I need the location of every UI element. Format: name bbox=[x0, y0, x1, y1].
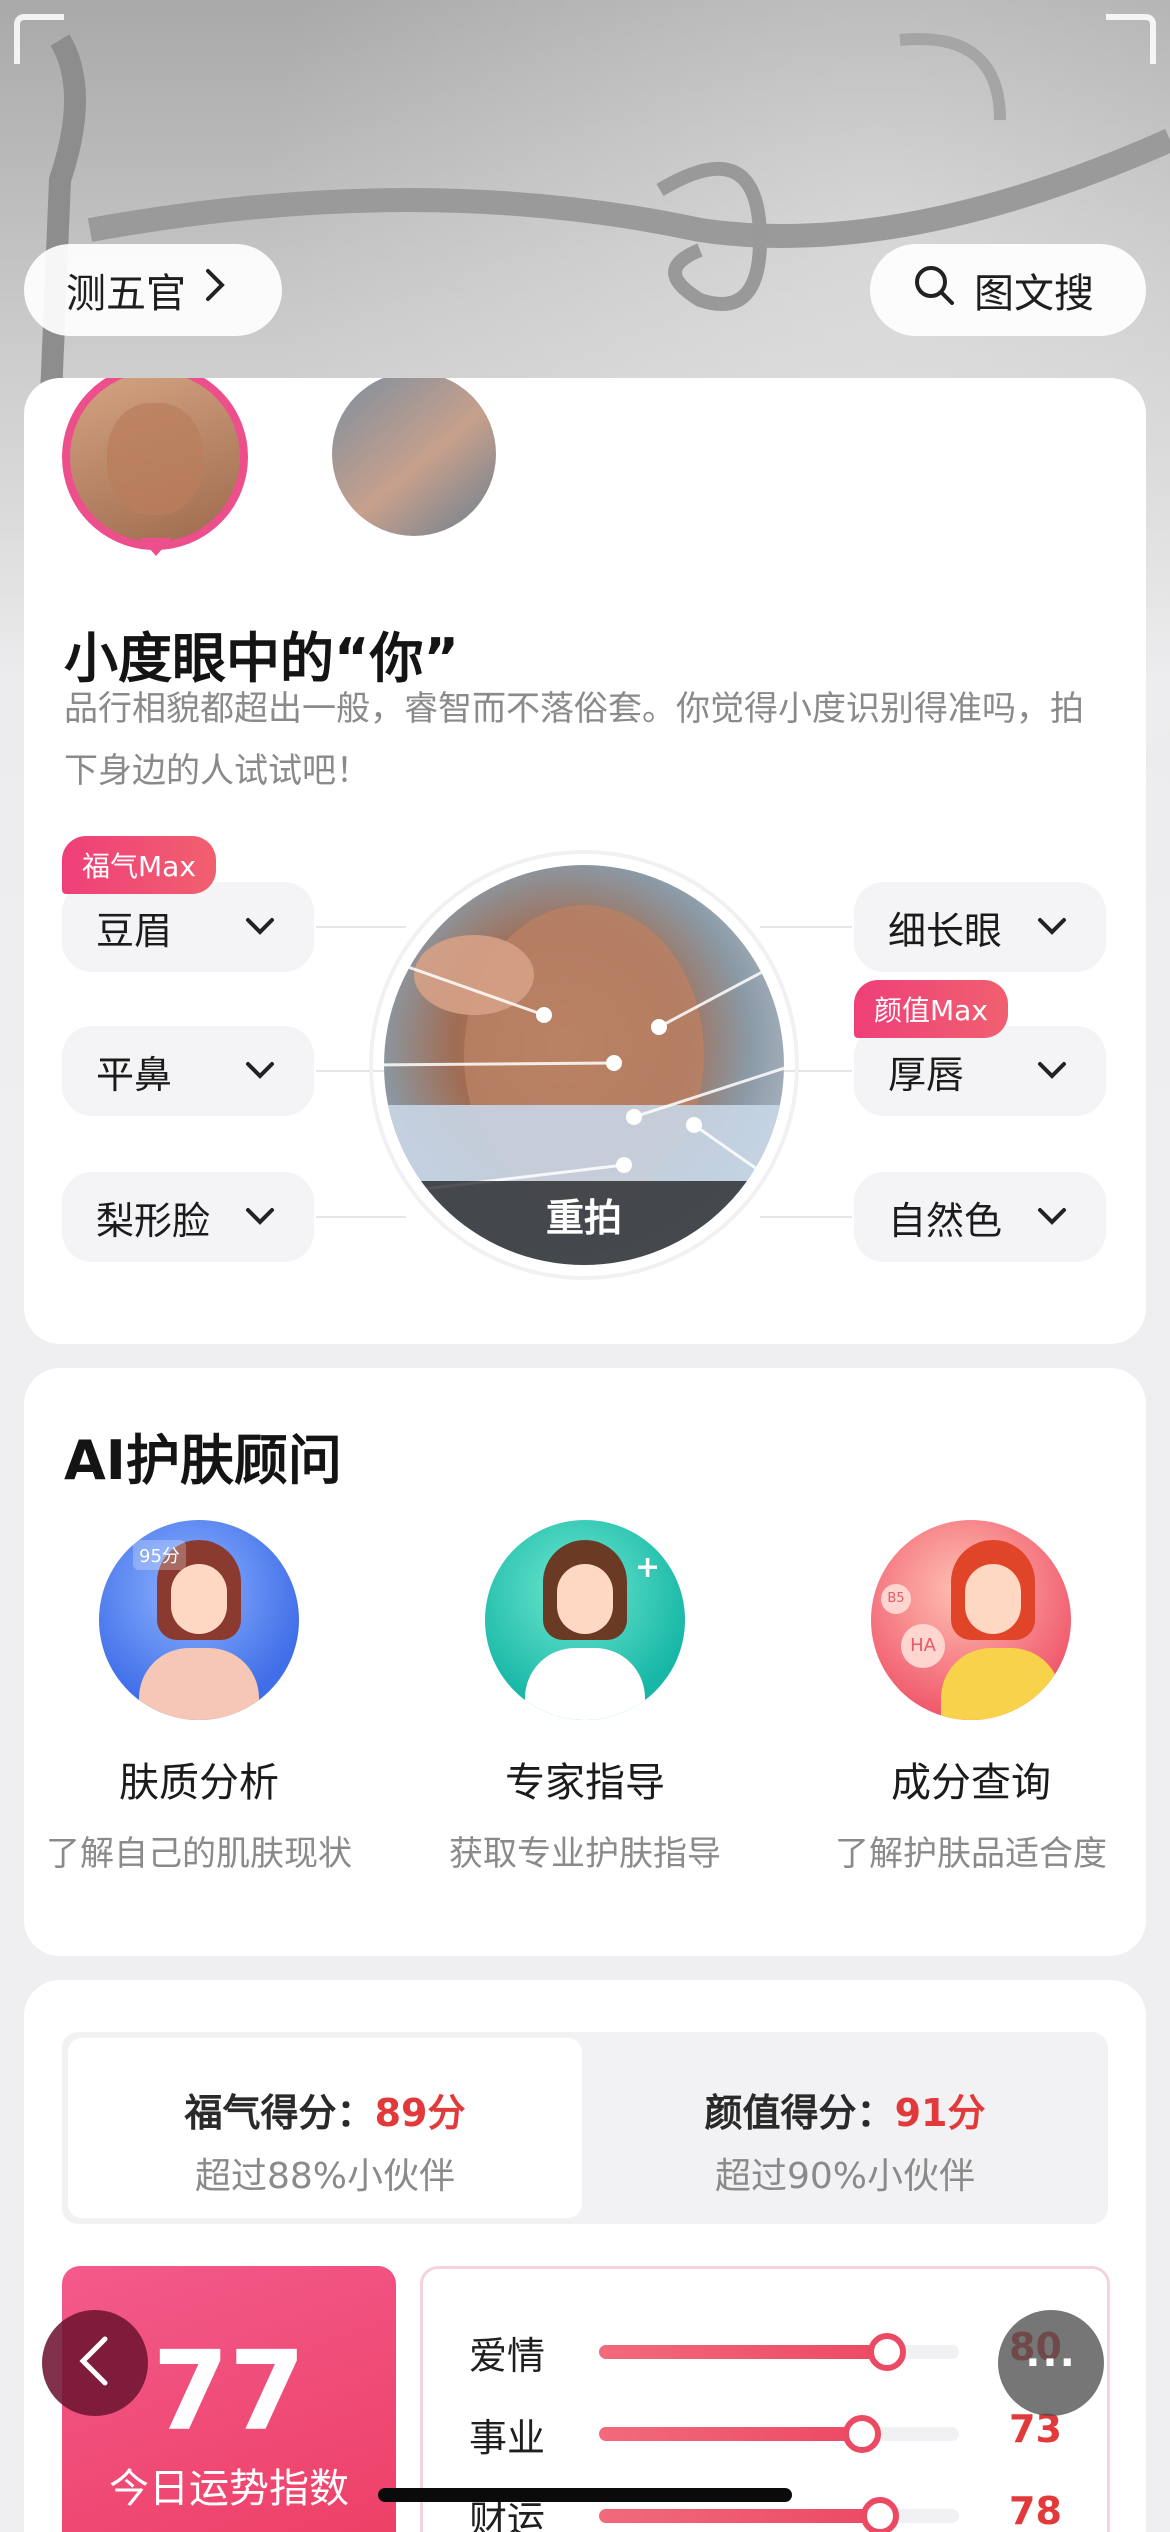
bar-value: 78 bbox=[1009, 2489, 1062, 2532]
measure-features-label: 测五官 bbox=[66, 271, 186, 317]
measure-features-button[interactable]: 测五官 bbox=[24, 244, 282, 336]
looks-score-sub: 超过90%小伙伴 bbox=[714, 2156, 976, 2197]
home-indicator bbox=[378, 2488, 792, 2502]
bar-fill bbox=[599, 2509, 880, 2523]
score-tabs: 福气得分：89分 超过88%小伙伴 颜值得分：91分 超过90%小伙伴 bbox=[62, 2032, 1108, 2224]
briefcase-knob-icon bbox=[842, 2415, 881, 2453]
skin-analysis-illustration: 95分 bbox=[99, 1520, 299, 1720]
skin-analysis-name: 肤质分析 bbox=[119, 1760, 279, 1806]
looks-score-label: 颜值得分： bbox=[704, 2091, 895, 2135]
fortune-score-tab[interactable]: 福气得分：89分 超过88%小伙伴 bbox=[68, 2038, 582, 2218]
bar-label: 事业 bbox=[469, 2416, 546, 2460]
expert-guidance-sub: 获取专业护肤指导 bbox=[449, 1834, 721, 1874]
feature-label: 梨形脸 bbox=[96, 1198, 211, 1243]
fortune-max-badge: 福气Max bbox=[62, 836, 216, 894]
feature-eyes-dropdown[interactable]: 细长眼 bbox=[854, 882, 1106, 972]
face-photo: 重拍 bbox=[384, 865, 784, 1265]
selected-pointer bbox=[140, 538, 172, 556]
skin-advisor-card: AI护肤顾问 95分 肤质分析 了解自己的肌肤现状 + 专家指导 获取专业护肤指… bbox=[24, 1368, 1146, 1956]
chevron-down-icon bbox=[242, 908, 278, 953]
chevron-down-icon bbox=[1034, 908, 1070, 953]
photo-thumbnail[interactable] bbox=[332, 378, 496, 536]
image-search-button[interactable]: 图文搜 bbox=[870, 244, 1146, 336]
face-card-description: 品行相貌都超出一般，睿智而不落俗套。你觉得小度识别得准吗，拍下身边的人试试吧！ bbox=[64, 689, 1084, 791]
bar-row-career: 事业 73 bbox=[469, 2401, 1069, 2461]
skin-analysis-item[interactable]: 95分 肤质分析 了解自己的肌肤现状 bbox=[24, 1520, 374, 1875]
chevron-down-icon bbox=[242, 1198, 278, 1243]
fortune-score-sub: 超过88%小伙伴 bbox=[194, 2156, 456, 2197]
ingredient-query-item[interactable]: HA B5 成分查询 了解护肤品适合度 bbox=[796, 1520, 1146, 1875]
ingredient-illustration: HA B5 bbox=[871, 1520, 1071, 1720]
more-button[interactable]: ··· bbox=[998, 2310, 1104, 2416]
expert-guidance-item[interactable]: + 专家指导 获取专业护肤指导 bbox=[410, 1520, 760, 1875]
score-card: 福气得分：89分 超过88%小伙伴 颜值得分：91分 超过90%小伙伴 77 今… bbox=[24, 1980, 1146, 2532]
back-button[interactable] bbox=[42, 2310, 148, 2416]
scan-frame-corner bbox=[1106, 14, 1156, 64]
expert-guidance-name: 专家指导 bbox=[505, 1760, 665, 1806]
feature-label: 细长眼 bbox=[888, 908, 1003, 953]
feature-skin-color-dropdown[interactable]: 自然色 bbox=[854, 1172, 1106, 1262]
feature-lips-dropdown[interactable]: 厚唇 bbox=[854, 1026, 1106, 1116]
feature-nose-dropdown[interactable]: 平鼻 bbox=[62, 1026, 314, 1116]
plus-icon: + bbox=[635, 1550, 661, 1585]
coin-knob-icon bbox=[860, 2497, 899, 2532]
image-search-label: 图文搜 bbox=[974, 271, 1094, 317]
feature-label: 平鼻 bbox=[96, 1052, 173, 1097]
chevron-down-icon bbox=[242, 1052, 278, 1097]
looks-score-tab[interactable]: 颜值得分：91分 超过90%小伙伴 bbox=[588, 2038, 1102, 2218]
bar-row-love: 爱情 80 bbox=[469, 2319, 1069, 2379]
score-tag: 95分 bbox=[133, 1540, 186, 1570]
bar-fill bbox=[599, 2345, 887, 2359]
b5-tag: B5 bbox=[881, 1584, 911, 1614]
ha-tag: HA bbox=[901, 1624, 945, 1668]
skin-analysis-sub: 了解自己的肌肤现状 bbox=[46, 1834, 352, 1874]
feature-eyebrow-dropdown[interactable]: 豆眉 bbox=[62, 882, 314, 972]
bar-label: 爱情 bbox=[469, 2334, 546, 2378]
face-analysis-card: 小度眼中的“你” 品行相貌都超出一般，睿智而不落俗套。你觉得小度识别得准吗，拍下… bbox=[24, 378, 1146, 1344]
chevron-right-icon bbox=[204, 267, 226, 313]
feature-label: 豆眉 bbox=[96, 908, 173, 953]
fortune-index-label: 今日运势指数 bbox=[109, 2466, 349, 2512]
chevron-down-icon bbox=[1034, 1052, 1070, 1097]
bar-track bbox=[599, 2333, 959, 2371]
feature-label: 自然色 bbox=[888, 1198, 1003, 1243]
search-icon bbox=[912, 263, 956, 317]
ingredient-query-sub: 了解护肤品适合度 bbox=[835, 1834, 1107, 1874]
bed-frame-graphic bbox=[39, 33, 1170, 420]
looks-score-value: 91分 bbox=[894, 2091, 986, 2135]
retake-button[interactable]: 重拍 bbox=[384, 1181, 784, 1265]
doctor-illustration: + bbox=[485, 1520, 685, 1720]
looks-max-badge: 颜值Max bbox=[854, 980, 1008, 1038]
skin-advisor-title: AI护肤顾问 bbox=[64, 1429, 342, 1492]
back-icon bbox=[75, 2333, 115, 2393]
fortune-score-label: 福气得分： bbox=[184, 2091, 375, 2135]
bar-track bbox=[599, 2497, 959, 2532]
heart-knob-icon bbox=[868, 2333, 906, 2371]
ingredient-query-name: 成分查询 bbox=[891, 1760, 1051, 1806]
photo-thumbnail-selected[interactable] bbox=[62, 378, 248, 550]
chevron-down-icon bbox=[1034, 1198, 1070, 1243]
feature-label: 厚唇 bbox=[888, 1052, 965, 1097]
scan-frame-corner bbox=[14, 14, 64, 64]
feature-face-shape-dropdown[interactable]: 梨形脸 bbox=[62, 1172, 314, 1262]
fortune-score-value: 89分 bbox=[374, 2091, 466, 2135]
bar-track bbox=[599, 2415, 959, 2453]
bar-fill bbox=[599, 2427, 862, 2441]
more-icon: ··· bbox=[1025, 2340, 1077, 2386]
